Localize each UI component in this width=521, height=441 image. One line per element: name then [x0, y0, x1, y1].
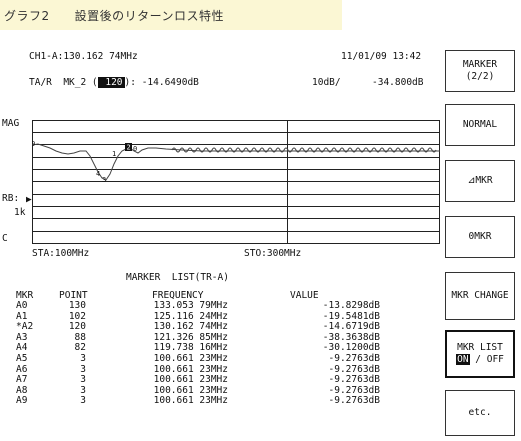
trace-plot[interactable]: 0 1 2 0 4 3	[32, 120, 440, 244]
marker-menu-label: MARKER	[462, 59, 498, 71]
trace-marker-0: 0	[32, 140, 35, 148]
table-row-mkr: A9	[16, 395, 28, 407]
trace-prefix: TA/R MK_2 (	[29, 77, 98, 88]
zero-mkr-button[interactable]: 0MKR	[445, 216, 515, 258]
marker-point-value[interactable]: 120	[97, 77, 125, 88]
trace-markers: 0 1 2 0 4 3	[32, 140, 137, 184]
rb-label: RB:	[2, 193, 20, 204]
datetime: 11/01/09 13:42	[341, 51, 422, 62]
reference-level: -34.800dB	[372, 77, 424, 88]
reference-arrow-icon: ▶	[26, 194, 32, 205]
plot-grid	[32, 120, 440, 244]
active-marker-readout: TA/R MK_2 ( 120): -14.6490dB	[29, 77, 199, 88]
c-label: C	[2, 233, 8, 244]
rb-value: 1k	[14, 207, 26, 218]
mkr-change-button[interactable]: MKR CHANGE	[445, 272, 515, 320]
delta-mkr-button[interactable]: ⊿MKR	[445, 160, 515, 202]
mag-label: MAG	[2, 118, 20, 129]
marker-menu-button[interactable]: MARKER (2/2)	[445, 50, 515, 92]
table-row-frequency: 100.661 23MHz	[153, 395, 228, 407]
mkr-list-state: ON / OFF	[456, 354, 504, 366]
table-row-point: 130	[68, 300, 86, 311]
mkr-list-on[interactable]: ON	[456, 354, 470, 365]
trace-marker-0b: 0	[133, 145, 137, 153]
table-row-point: 3	[80, 395, 86, 407]
trace-marker-3: 3	[102, 176, 106, 184]
table-row-value: -9.2763dB	[328, 395, 380, 407]
trace-suffix: ): -14.6490dB	[124, 77, 199, 88]
mkr-column: A0 A1 *A2 A3 A4 A5 A6 A7 A8 A9	[16, 300, 46, 407]
point-column: 130 102 120 88 82 3 3 3 3 3	[50, 300, 86, 407]
table-row-frequency: 133.053 79MHz	[153, 300, 228, 311]
table-row-mkr: A5	[16, 352, 28, 364]
table-row-frequency: 100.661 23MHz	[153, 352, 228, 364]
frequency-column: 133.053 79MHz 125.116 24MHz 130.162 74MH…	[110, 300, 228, 407]
channel-info: CH1-A:130.162 74MHz	[29, 51, 138, 62]
mkr-list-label: MKR LIST	[457, 342, 503, 354]
start-frequency: STA:100MHz	[32, 248, 90, 259]
stop-frequency: STO:300MHz	[244, 248, 302, 259]
table-row-point: 3	[80, 352, 86, 364]
trace-marker-4: 4	[96, 170, 100, 178]
trace-marker-1: 1	[112, 150, 116, 158]
mkr-list-off[interactable]: / OFF	[470, 354, 504, 365]
marker-menu-page: (2/2)	[465, 71, 495, 82]
col-header-value: VALUE	[290, 290, 319, 301]
etc-button[interactable]: etc.	[445, 390, 515, 436]
table-row-mkr: A0	[16, 300, 28, 311]
table-row-value: -9.2763dB	[328, 352, 380, 364]
table-row-value: -13.8298dB	[322, 300, 380, 311]
mkr-list-toggle[interactable]: MKR LIST ON / OFF	[445, 330, 515, 378]
value-column: -13.8298dB -19.5481dB -14.6719dB -38.363…	[270, 300, 380, 407]
trace-marker-2: 2	[127, 144, 131, 152]
figure-caption: グラフ2 設置後のリターンロス特性	[4, 9, 225, 23]
scale-per-div: 10dB/	[312, 77, 341, 88]
normal-button[interactable]: NORMAL	[445, 104, 515, 146]
marker-list-title: MARKER LIST(TR-A)	[126, 272, 229, 283]
